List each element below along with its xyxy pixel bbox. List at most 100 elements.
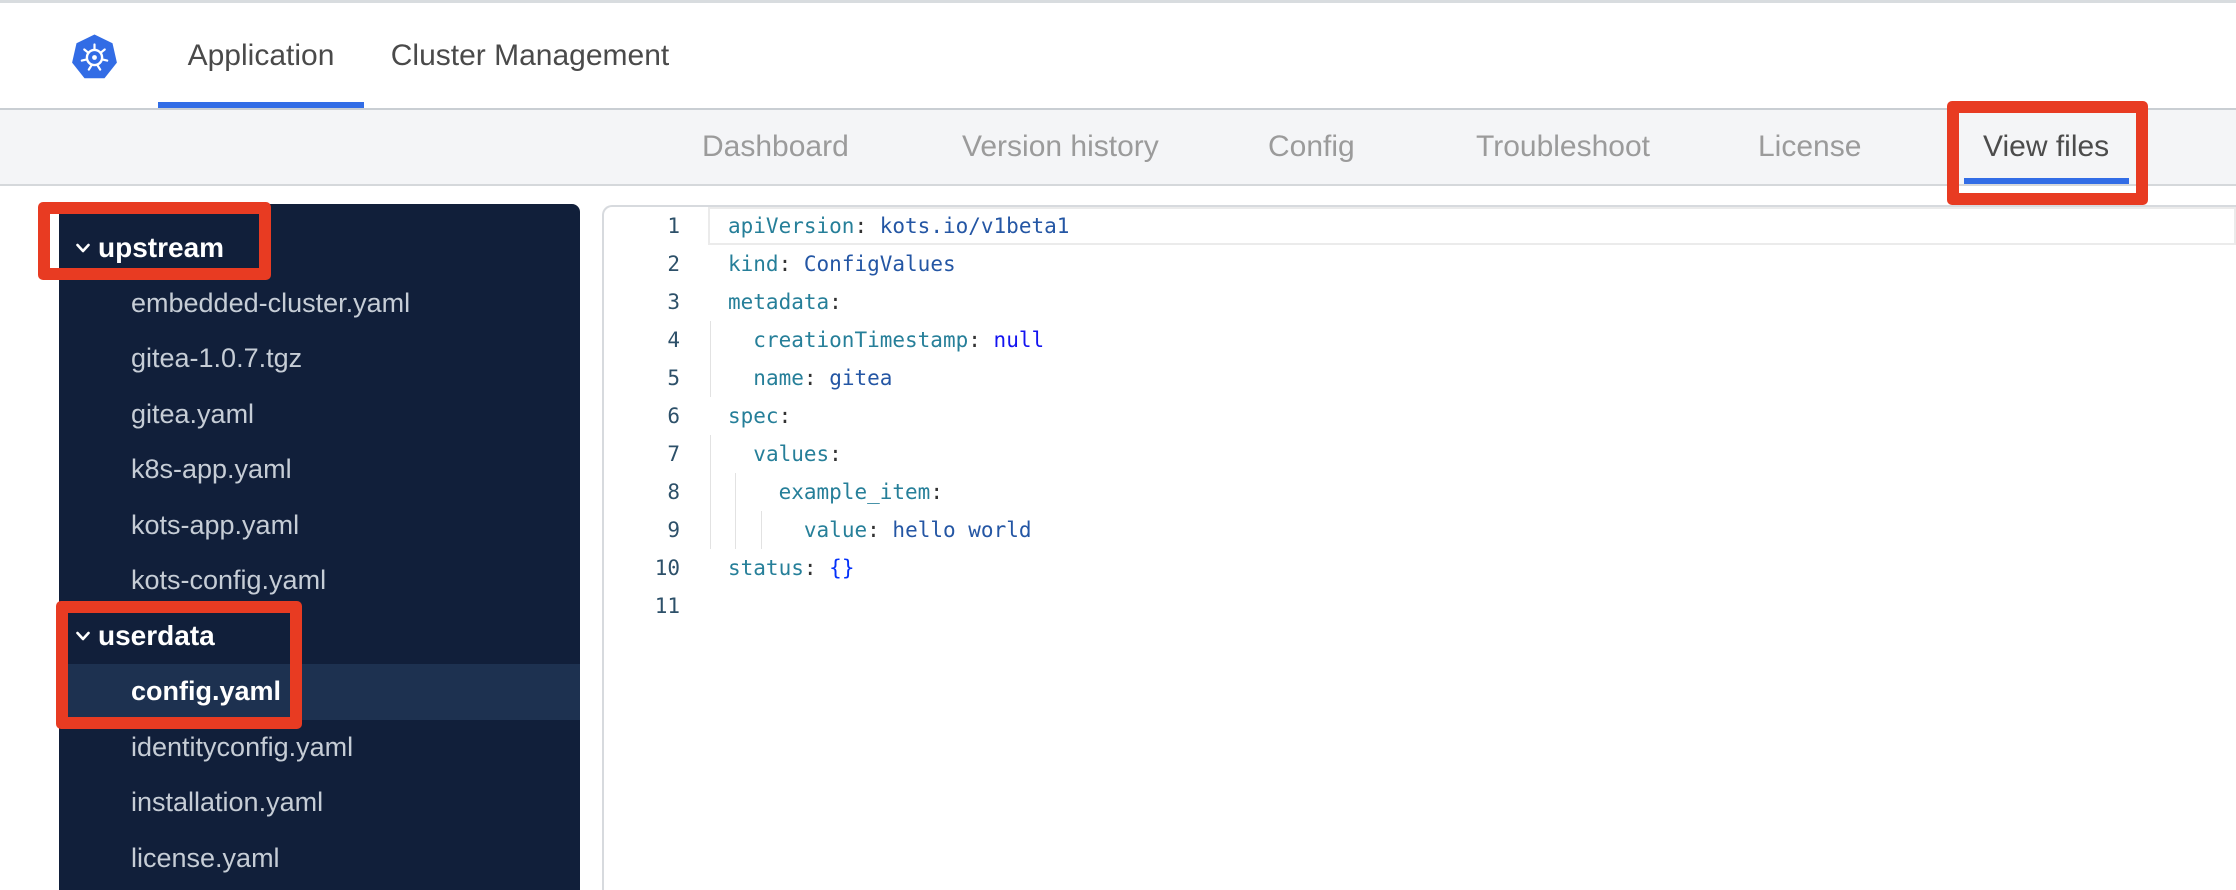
token-kw: null: [993, 328, 1045, 352]
subnav-tab-label: License: [1758, 130, 1862, 163]
file-tree-sidebar[interactable]: upstream embedded-cluster.yaml gitea-1.0.7…: [59, 204, 580, 890]
code-line-4: 4 creationTimestamp: null: [604, 321, 2236, 359]
tree-file-kots-config-yaml[interactable]: kots-config.yaml: [59, 553, 580, 609]
code-line-10: 10 status: {}: [604, 549, 2236, 587]
chevron-down-icon: [76, 243, 90, 253]
indent-guide: [710, 511, 711, 549]
token-punc: :: [867, 518, 880, 542]
editor-lines: 1 apiVersion: kots.io/v1beta1 2 kind: Confi…: [604, 207, 2236, 625]
primary-tab-application[interactable]: Application: [158, 3, 364, 108]
subnav-tab-dashboard[interactable]: Dashboard: [702, 110, 849, 184]
primary-tab-label: Application: [187, 38, 335, 72]
code-line-7: 7 values:: [604, 435, 2236, 473]
file-content-editor[interactable]: 1 apiVersion: kots.io/v1beta1 2 kind: Confi…: [602, 205, 2236, 890]
tree-file-installation-yaml[interactable]: installation.yaml: [59, 775, 580, 831]
subnav-tab-label: View files: [1983, 130, 2110, 163]
code-content: spec:: [708, 397, 2236, 435]
token-key: metadata: [728, 290, 830, 314]
code-content: apiVersion: kots.io/v1beta1: [708, 207, 2236, 245]
token-key: value: [803, 518, 868, 542]
token-punc: :: [803, 556, 817, 580]
line-number: 7: [667, 442, 680, 466]
token-punc: :: [778, 252, 792, 276]
code-text: apiVersion: kots.io/v1beta1: [728, 214, 1069, 238]
code-text: name: gitea: [753, 366, 892, 390]
tree-item-label: license.yaml: [131, 842, 280, 873]
tree-item-label: k8s-app.yaml: [131, 454, 292, 485]
tree-item-label: identityconfig.yaml: [131, 731, 354, 762]
line-number: 1: [667, 214, 680, 238]
code-content: value: hello world: [708, 511, 2236, 549]
tree-dir-userdata[interactable]: userdata: [59, 609, 580, 665]
indent-guide: [710, 435, 711, 473]
code-content: [708, 587, 2236, 625]
code-line-3: 3 metadata:: [604, 283, 2236, 321]
code-text: value: hello world: [804, 518, 1032, 542]
code-content: metadata:: [708, 283, 2236, 321]
kots-admin-console: { "colors": { "accent_blue": "#326de6", …: [0, 0, 2236, 890]
line-number: 8: [667, 480, 680, 504]
token-punc: :: [854, 214, 868, 238]
token-key: example_item: [778, 480, 931, 504]
tree-file-gitea-1-0-7-tgz[interactable]: gitea-1.0.7.tgz: [59, 331, 580, 387]
subnav-tab-view-files[interactable]: View files: [1963, 110, 2130, 184]
indent-guide: [735, 473, 737, 511]
token-key: values: [753, 442, 830, 466]
tree-item-label: config.yaml: [131, 676, 282, 707]
tree-file-kots-app-yaml[interactable]: kots-app.yaml: [59, 498, 580, 554]
code-text: kind: ConfigValues: [728, 252, 956, 276]
token-str: gitea: [829, 366, 893, 390]
token-key: apiVersion: [728, 214, 855, 238]
subnav-tab-label: Version history: [962, 130, 1159, 163]
indent-guide: [710, 359, 711, 397]
line-number: 4: [667, 328, 680, 352]
line-number: 9: [667, 518, 680, 542]
line-number: 10: [654, 556, 680, 580]
tree-item-label: gitea.yaml: [131, 398, 255, 429]
tree-file-k8s-app-yaml[interactable]: k8s-app.yaml: [59, 442, 580, 498]
tree-file-embedded-cluster-yaml[interactable]: embedded-cluster.yaml: [59, 276, 580, 332]
line-number: 2: [667, 252, 680, 276]
tree-item-label: userdata: [98, 620, 215, 652]
token-str: ConfigValues: [803, 252, 956, 276]
tree-item-label: installation.yaml: [131, 787, 324, 818]
subnav-tab-label: Config: [1268, 130, 1355, 163]
code-content: status: {}: [708, 549, 2236, 587]
code-content: values:: [708, 435, 2236, 473]
tree-file-config-yaml[interactable]: config.yaml: [59, 664, 580, 720]
subnav-tab-troubleshoot[interactable]: Troubleshoot: [1476, 110, 1650, 184]
indent-guide: [735, 511, 737, 549]
subnav-tab-config[interactable]: Config: [1268, 110, 1355, 184]
subnav-tab-version-history[interactable]: Version history: [962, 110, 1159, 184]
line-number: 5: [667, 366, 680, 390]
token-punc: :: [803, 366, 817, 390]
line-number: 11: [654, 594, 680, 618]
code-text: example_item:: [779, 480, 943, 504]
tree-item-label: embedded-cluster.yaml: [131, 287, 411, 318]
app-header: Application Cluster Management: [0, 0, 2236, 110]
tree-dir-upstream[interactable]: upstream: [59, 220, 580, 276]
code-text: creationTimestamp: null: [753, 328, 1044, 352]
code-text: spec:: [728, 404, 791, 428]
code-line-11: 11: [604, 587, 2236, 625]
tree-item-label: kots-app.yaml: [131, 509, 300, 540]
token-punc: :: [778, 404, 792, 428]
code-text: values:: [753, 442, 842, 466]
primary-tab-cluster-management[interactable]: Cluster Management: [385, 3, 675, 108]
token-key: kind: [728, 252, 779, 276]
subnav-tab-license[interactable]: License: [1758, 110, 1861, 184]
code-content: kind: ConfigValues: [708, 245, 2236, 283]
token-punc: :: [968, 328, 981, 352]
tree-file-identityconfig-yaml[interactable]: identityconfig.yaml: [59, 720, 580, 776]
primary-tab-label: Cluster Management: [390, 38, 670, 72]
tree-file-license-yaml[interactable]: license.yaml: [59, 831, 580, 887]
token-punc: :: [829, 442, 842, 466]
code-line-8: 8 example_item:: [604, 473, 2236, 511]
token-str: hello world: [892, 518, 1032, 542]
tree-file-gitea-yaml[interactable]: gitea.yaml: [59, 387, 580, 443]
token-punc: :: [930, 480, 943, 504]
indent-guide: [710, 321, 711, 359]
app-subnav: Dashboard Version history Config Troublesho…: [0, 110, 2236, 186]
